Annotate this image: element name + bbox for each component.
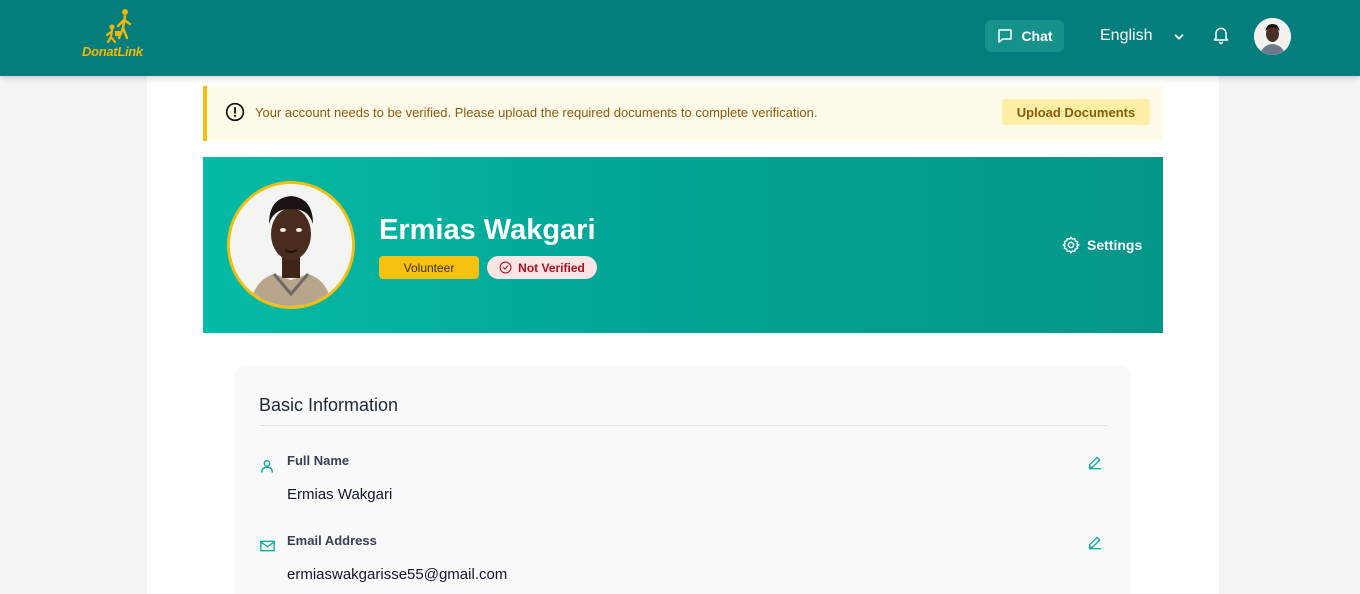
avatar-image (1254, 18, 1291, 55)
profile-avatar[interactable] (227, 181, 355, 309)
check-circle-icon (499, 261, 512, 274)
status-badge: Not Verified (487, 256, 597, 279)
gear-icon (1062, 236, 1080, 254)
right-panel (1195, 76, 1219, 594)
profile-header: Ermias Wakgari Volunteer Not Verified Se… (203, 157, 1163, 333)
user-icon (261, 460, 273, 473)
bell-icon[interactable] (1211, 24, 1231, 46)
section-title: Basic Information (259, 395, 399, 415)
settings-label: Settings (1087, 237, 1143, 253)
basic-information-card: Basic Information Full Name Ermias Wakga… (235, 365, 1131, 594)
profile-photo-image (230, 184, 352, 306)
settings-button[interactable]: Settings (1061, 235, 1142, 255)
email-value: ermiaswakgarisse55@gmail.com (287, 566, 508, 583)
chat-button[interactable]: Chat (985, 20, 1064, 52)
edit-pencil-icon[interactable] (1087, 534, 1103, 550)
full-name-label: Full Name (287, 453, 350, 468)
logo-figures-icon (105, 9, 132, 44)
top-navbar: DonatLink Chat English (0, 0, 1360, 76)
role-badge: Volunteer (379, 256, 479, 279)
chat-icon (998, 29, 1013, 43)
left-panel (147, 76, 171, 594)
language-select[interactable]: English (1100, 27, 1152, 45)
verification-banner: Your account needs to be verified. Pleas… (203, 86, 1163, 141)
status-badge-label: Not Verified (518, 260, 585, 275)
edit-pencil-icon[interactable] (1087, 454, 1103, 470)
chat-button-label: Chat (1021, 28, 1053, 44)
full-name-value: Ermias Wakgari (287, 486, 393, 503)
donatlink-logo[interactable]: DonatLink (82, 8, 154, 62)
section-divider (259, 425, 1107, 426)
mail-icon (260, 540, 275, 552)
user-avatar[interactable] (1254, 18, 1291, 55)
verification-message: Your account needs to be verified. Pleas… (255, 105, 818, 120)
email-label: Email Address (287, 533, 377, 548)
upload-documents-button[interactable]: Upload Documents (1002, 99, 1150, 125)
chevron-down-icon[interactable] (1172, 30, 1186, 44)
alert-circle-icon (225, 102, 245, 122)
profile-name: Ermias Wakgari (379, 214, 596, 246)
logo-text: DonatLink (82, 44, 143, 59)
